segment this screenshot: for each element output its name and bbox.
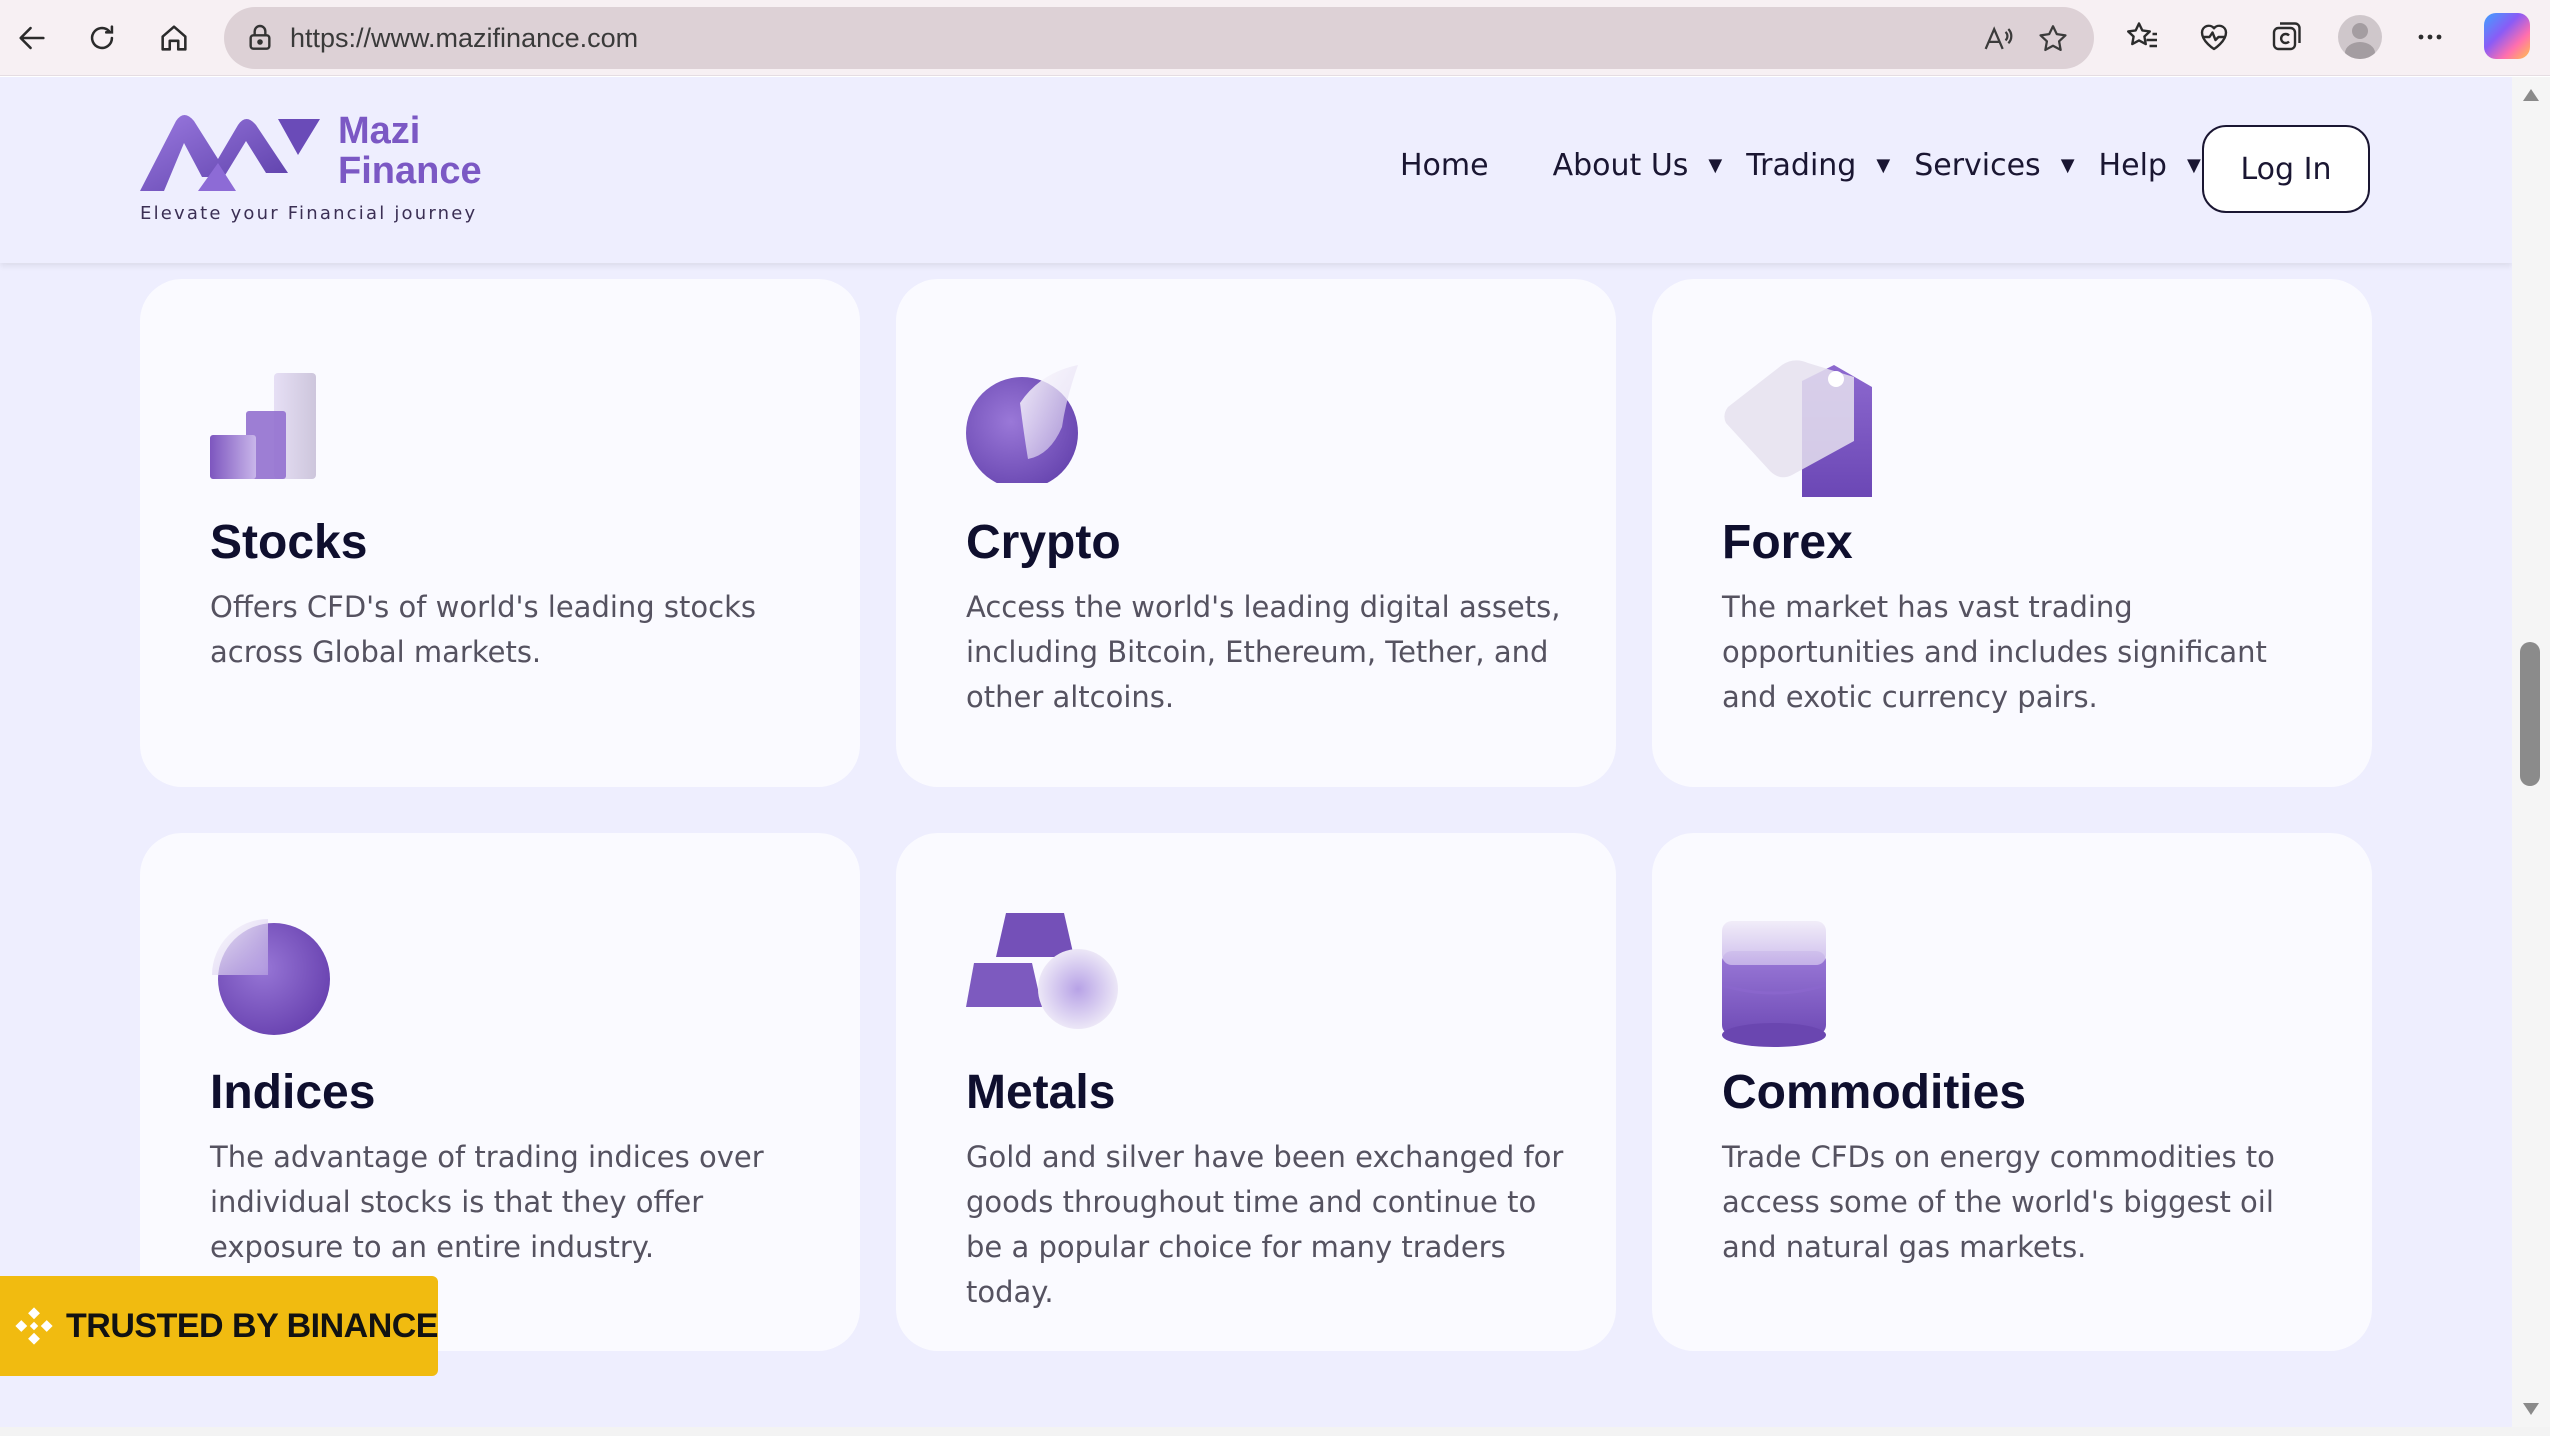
logo[interactable]: Mazi Finance Elevate your Financial jour…	[138, 111, 498, 224]
back-icon[interactable]	[8, 14, 56, 62]
nav-about-us[interactable]: About Us ▼	[1553, 148, 1723, 183]
bottom-strip	[0, 1427, 2550, 1436]
card-crypto[interactable]: Crypto Access the world's leading digita…	[896, 279, 1616, 787]
main-nav: Home About Us ▼ Trading ▼ Services ▼ Hel…	[1400, 125, 2201, 205]
nav-home-label: Home	[1400, 147, 1489, 183]
scrollbar-thumb[interactable]	[2520, 642, 2540, 786]
site-header: Mazi Finance Elevate your Financial jour…	[0, 77, 2512, 263]
nav-trading-label: Trading	[1746, 147, 1857, 183]
card-title: Forex	[1722, 516, 1853, 569]
collections-icon[interactable]	[2266, 17, 2306, 57]
more-options-icon[interactable]	[2410, 17, 2450, 57]
card-description: The market has vast trading opportunitie…	[1722, 590, 2267, 714]
card-title: Commodities	[1722, 1066, 2027, 1119]
card-stocks[interactable]: Stocks Offers CFD's of world's leading s…	[140, 279, 860, 787]
card-title: Metals	[966, 1066, 1116, 1119]
health-icon[interactable]	[2194, 17, 2234, 57]
caret-down-icon: ▼	[1876, 154, 1891, 176]
page-viewport: Mazi Finance Elevate your Financial jour…	[0, 77, 2512, 1427]
card-title: Crypto	[966, 516, 1121, 569]
card-title: Indices	[210, 1066, 376, 1119]
nav-trading[interactable]: Trading ▼	[1746, 148, 1890, 183]
nav-about-us-label: About Us	[1552, 147, 1689, 183]
card-metals[interactable]: Metals Gold and silver have been exchang…	[896, 833, 1616, 1351]
card-description: Trade CFDs on energy commodities to acce…	[1722, 1140, 2275, 1264]
trusted-by-binance-badge[interactable]: TRUSTED BY BINANCE	[0, 1276, 438, 1376]
nav-services-label: Services	[1914, 147, 2041, 183]
nav-help-label: Help	[2098, 147, 2167, 183]
card-description: Gold and silver have been exchanged for …	[966, 1140, 1564, 1309]
card-forex[interactable]: Forex The market has vast trading opport…	[1652, 279, 2372, 787]
reload-icon[interactable]	[78, 14, 126, 62]
badge-label: TRUSTED BY BINANCE	[66, 1306, 438, 1345]
binance-logo-icon	[15, 1307, 53, 1345]
price-tag-icon	[1724, 360, 1872, 497]
nav-services[interactable]: Services ▼	[1914, 148, 2074, 183]
favorites-icon[interactable]	[2122, 17, 2162, 57]
bar-steps-icon	[210, 373, 316, 479]
url-text[interactable]: https://www.mazifinance.com	[290, 7, 638, 69]
nav-home[interactable]: Home	[1400, 148, 1489, 183]
caret-down-icon: ▼	[2186, 154, 2201, 176]
logo-name: Mazi Finance	[338, 111, 482, 191]
lock-icon[interactable]	[244, 22, 276, 54]
card-description: Offers CFD's of world's leading stocks a…	[210, 590, 756, 669]
favorite-star-icon[interactable]	[2036, 22, 2070, 56]
mazi-logo-mark-icon	[140, 115, 320, 191]
card-description: The advantage of trading indices over in…	[210, 1140, 764, 1264]
scroll-up-icon[interactable]	[2523, 89, 2539, 101]
card-commodities[interactable]: Commodities Trade CFDs on energy commodi…	[1652, 833, 2372, 1351]
caret-down-icon: ▼	[2060, 154, 2075, 176]
nav-help[interactable]: Help ▼	[2099, 148, 2201, 183]
card-title: Stocks	[210, 516, 368, 569]
home-icon[interactable]	[150, 14, 198, 62]
card-indices[interactable]: Indices The advantage of trading indices…	[140, 833, 860, 1351]
card-description: Access the world's leading digital asset…	[966, 590, 1561, 714]
address-bar[interactable]: https://www.mazifinance.com	[224, 7, 2094, 69]
logo-name-line2: Finance	[338, 150, 482, 192]
copilot-icon[interactable]	[2484, 13, 2530, 59]
caret-down-icon: ▼	[1708, 154, 1723, 176]
browser-toolbar: https://www.mazifinance.com	[0, 0, 2550, 76]
pie-chart-icon	[212, 919, 330, 1035]
scroll-down-icon[interactable]	[2523, 1403, 2539, 1415]
vertical-scrollbar[interactable]	[2512, 77, 2550, 1427]
login-button[interactable]: Log In	[2202, 125, 2370, 213]
profile-avatar[interactable]	[2338, 15, 2382, 59]
barrel-icon	[1722, 921, 1826, 1047]
logo-name-line1: Mazi	[338, 110, 421, 152]
read-aloud-icon[interactable]	[1980, 22, 2014, 56]
crypto-coin-icon	[966, 365, 1078, 483]
logo-tagline: Elevate your Financial journey	[140, 203, 478, 224]
gold-bars-icon	[966, 913, 1118, 1029]
